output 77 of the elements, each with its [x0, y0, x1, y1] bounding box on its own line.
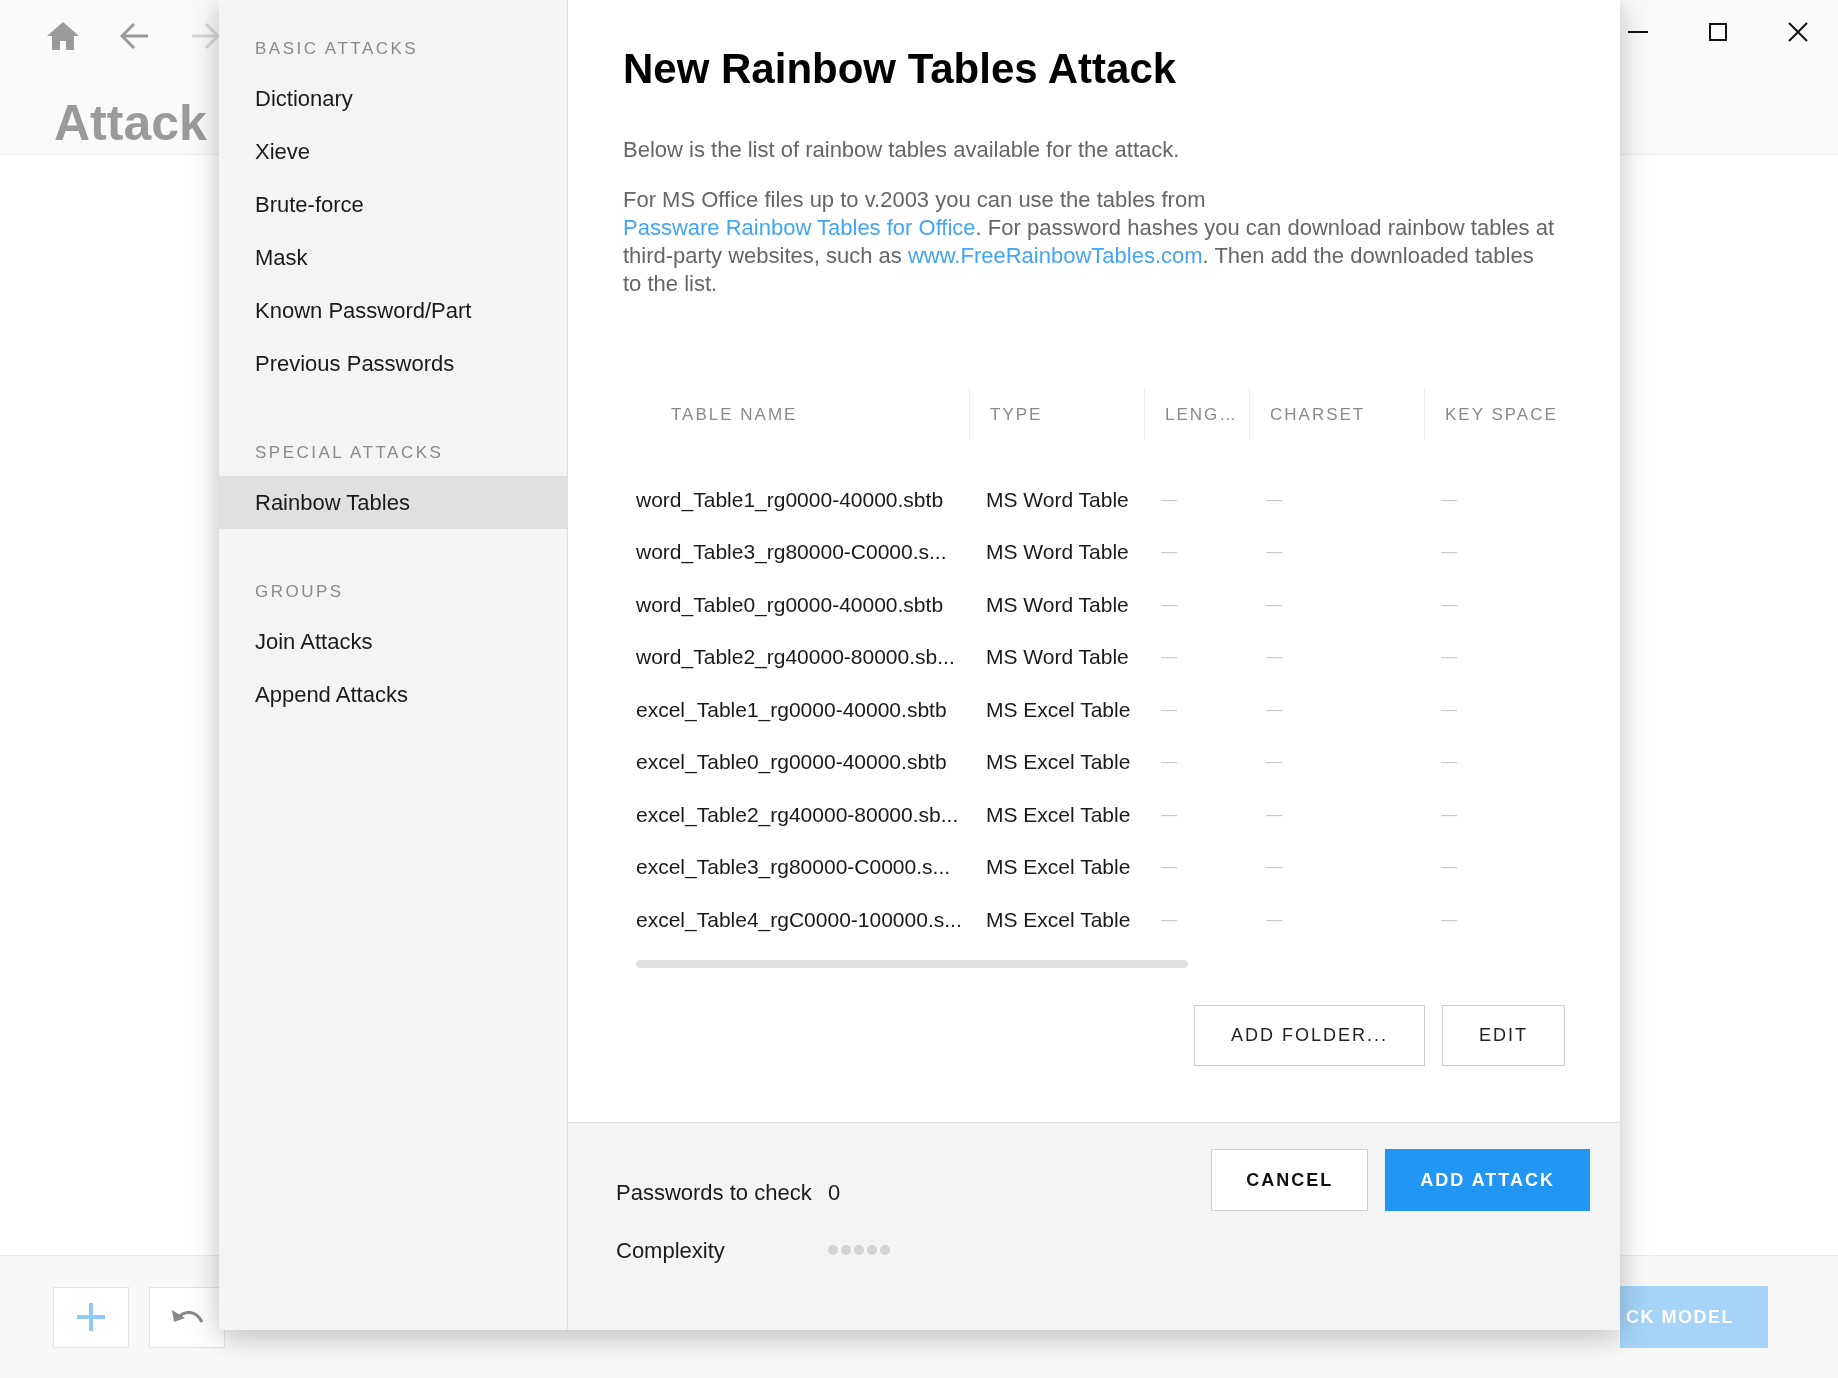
- table-cell-text: excel_Table0_rg0000-40000.sbtb: [635, 749, 948, 776]
- table-cell-text: MS Excel Table: [985, 906, 1132, 933]
- table-cell-text: word_Table3_rg80000-C0000.s...: [635, 539, 948, 566]
- table-cell-text: MS Word Table: [985, 486, 1130, 513]
- table-cell-text: —: [1265, 804, 1283, 825]
- table-cell-text: —: [1440, 752, 1458, 773]
- table-cell-text: —: [1440, 909, 1458, 930]
- sidebar-item[interactable]: Brute-force: [219, 178, 567, 231]
- table-cell-text: —: [1160, 752, 1178, 773]
- undo-button[interactable]: [149, 1286, 225, 1348]
- dialog-title: New Rainbow Tables Attack: [623, 44, 1178, 94]
- forward-arrow-icon[interactable]: [190, 22, 220, 50]
- table-cell-text: —: [1265, 489, 1283, 510]
- table-button[interactable]: ADD FOLDER...: [1193, 1004, 1425, 1066]
- sidebar-item[interactable]: Dictionary: [219, 72, 567, 125]
- sidebar-item[interactable]: Mask: [219, 231, 567, 284]
- table-cell-text: MS Excel Table: [985, 801, 1132, 828]
- table-cell-text: —: [1160, 699, 1178, 720]
- table-cell-text: —: [1440, 804, 1458, 825]
- plus-icon: [75, 1301, 107, 1333]
- table-cell-text: excel_Table3_rg80000-C0000.s...: [635, 854, 952, 881]
- table-cell-text: —: [1160, 594, 1178, 615]
- table-cell-text: —: [1265, 752, 1283, 773]
- sidebar-item[interactable]: Previous Passwords: [219, 337, 567, 390]
- table-cell-text: MS Word Table: [985, 539, 1130, 566]
- table-cell-text: —: [1160, 489, 1178, 510]
- close-icon[interactable]: [1788, 22, 1808, 42]
- passwords-count: 0: [828, 1178, 841, 1207]
- table-button[interactable]: EDIT: [1442, 1004, 1565, 1066]
- column-header[interactable]: TYPE: [969, 388, 1144, 441]
- table-cell-text: —: [1440, 857, 1458, 878]
- table-cell-text: word_Table1_rg0000-40000.sbtb: [635, 486, 945, 514]
- table-cell-text: excel_Table4_rgC0000-100000.s...: [635, 906, 963, 934]
- section-heading: GROUPS: [254, 581, 345, 603]
- sidebar-item[interactable]: Join Attacks: [219, 615, 567, 668]
- maximize-icon[interactable]: [1709, 23, 1727, 41]
- passwords-label: Passwords to check: [616, 1178, 813, 1207]
- table-cell-text: —: [1440, 542, 1458, 563]
- add-button[interactable]: [53, 1286, 129, 1348]
- intro-text: Below is the list of rainbow tables available for the attack.: [623, 136, 1181, 165]
- table-cell-text: —: [1265, 647, 1283, 668]
- section-heading: BASIC ATTACKS: [254, 38, 420, 60]
- back-arrow-icon[interactable]: [120, 22, 150, 50]
- section-heading: SPECIAL ATTACKS: [254, 442, 445, 464]
- table-cell-text: —: [1160, 542, 1178, 563]
- sidebar-item[interactable]: Append Attacks: [219, 668, 567, 721]
- table-cell-text: —: [1160, 804, 1178, 825]
- table-cell-text: —: [1440, 699, 1458, 720]
- sidebar-item[interactable]: Known Password/Part: [219, 284, 567, 337]
- table-cell-text: —: [1265, 699, 1283, 720]
- table-cell-text: —: [1440, 594, 1458, 615]
- table-cell-text: —: [1160, 909, 1178, 930]
- table-cell-text: —: [1440, 647, 1458, 668]
- cancel-button[interactable]: CANCEL: [1211, 1149, 1369, 1211]
- sidebar-item[interactable]: Xieve: [219, 125, 567, 178]
- table-cell-text: —: [1440, 489, 1458, 510]
- table-cell-text: —: [1160, 857, 1178, 878]
- page-title: Attack: [54, 98, 207, 148]
- table-cell-text: word_Table2_rg40000-80000.sb...: [635, 644, 956, 671]
- table-cell-text: excel_Table2_rg40000-80000.sb...: [635, 801, 960, 829]
- table-cell-text: excel_Table1_rg0000-40000.sbtb: [635, 696, 948, 724]
- home-icon[interactable]: [46, 21, 80, 51]
- table-cell-text: —: [1160, 647, 1178, 668]
- table-cell-text: MS Excel Table: [985, 854, 1132, 881]
- table-cell-text: MS Excel Table: [985, 749, 1132, 776]
- horizontal-scrollbar[interactable]: [636, 959, 1188, 968]
- complexity-label: Complexity: [616, 1236, 726, 1265]
- table-cell-text: MS Word Table: [985, 644, 1130, 671]
- table-cell-text: —: [1265, 909, 1283, 930]
- table-cell-text: —: [1265, 594, 1283, 615]
- sidebar-item[interactable]: Rainbow Tables: [219, 476, 567, 529]
- table-cell-text: MS Excel Table: [985, 696, 1132, 723]
- table-cell-text: —: [1265, 857, 1283, 878]
- table-cell-text: —: [1265, 542, 1283, 563]
- table-cell-text: MS Word Table: [985, 591, 1130, 618]
- note-text: For MS Office files up to v.2003 you can use the tables from Passware Rainbow Tables for Office. For password hashes you can download rainbow tables at third-party websites, such as www.FreeRainbowTables.com. Then add the downloaded tables to the list.: [623, 186, 1556, 299]
- table-cell-text: word_Table0_rg0000-40000.sbtb: [635, 591, 945, 619]
